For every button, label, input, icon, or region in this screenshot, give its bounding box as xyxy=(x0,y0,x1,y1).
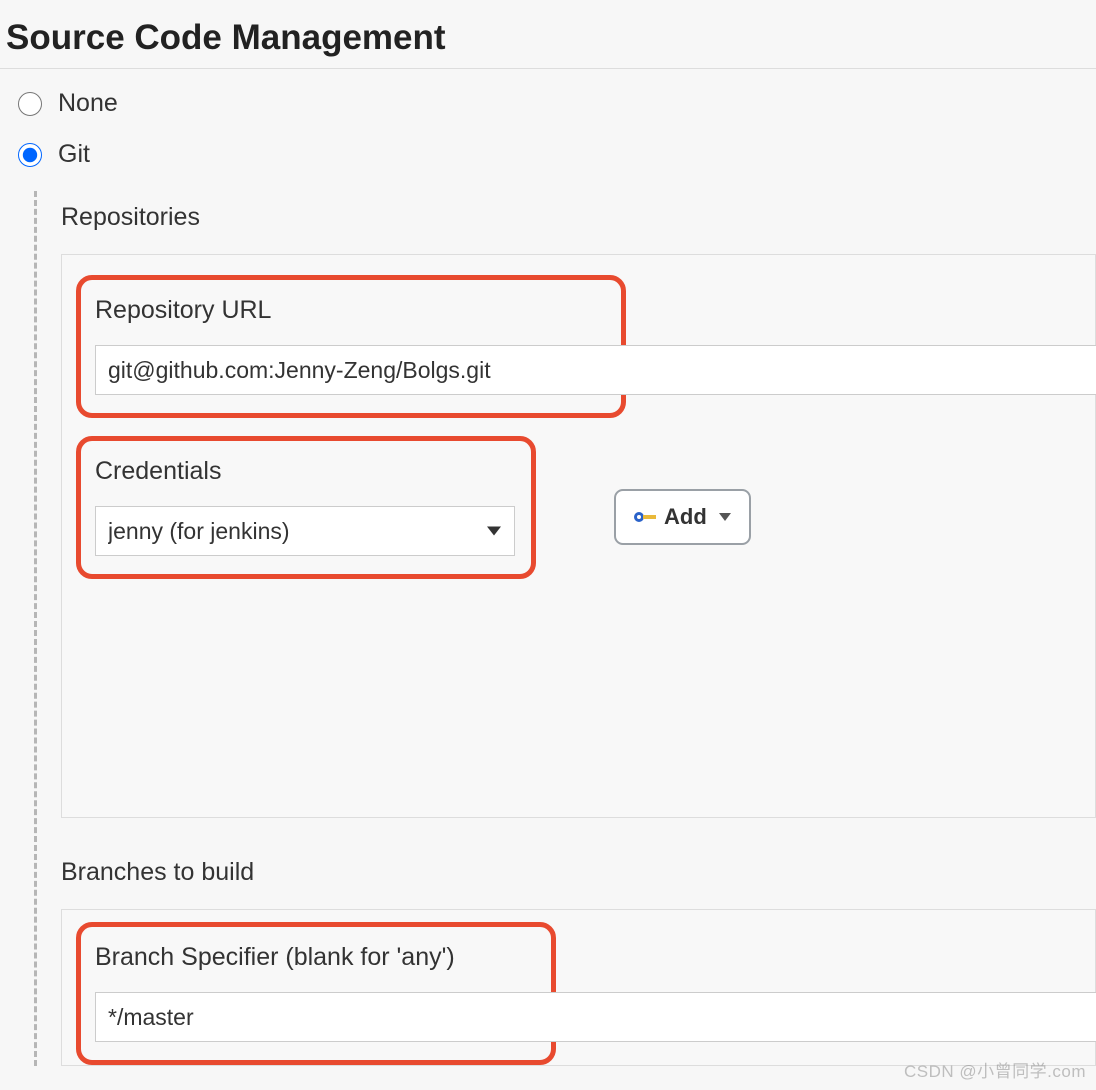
branch-specifier-input[interactable] xyxy=(95,992,1096,1042)
credentials-select[interactable]: jenny (for jenkins) xyxy=(95,506,515,556)
branches-heading: Branches to build xyxy=(61,858,1096,887)
git-config-rail: Repositories Repository URL Credentials … xyxy=(34,191,1096,1066)
highlight-branch-specifier: Branch Specifier (blank for 'any') xyxy=(76,922,556,1065)
radio-git-label: Git xyxy=(58,140,90,169)
repository-url-label: Repository URL xyxy=(95,296,607,325)
radio-git[interactable] xyxy=(18,143,42,167)
repository-url-input[interactable] xyxy=(95,345,1096,395)
credentials-row: Credentials jenny (for jenkins) Add xyxy=(76,436,1095,597)
section-title: Source Code Management xyxy=(0,0,1096,69)
credentials-label: Credentials xyxy=(95,457,517,486)
add-credentials-button[interactable]: Add xyxy=(614,489,751,545)
branches-panel: Branch Specifier (blank for 'any') xyxy=(61,909,1096,1066)
repositories-heading: Repositories xyxy=(61,203,1096,232)
add-button-label: Add xyxy=(664,504,707,530)
radio-none[interactable] xyxy=(18,92,42,116)
chevron-down-icon xyxy=(719,513,731,521)
branch-specifier-label: Branch Specifier (blank for 'any') xyxy=(95,943,537,972)
highlight-repository-url: Repository URL xyxy=(76,275,626,418)
scm-option-none[interactable]: None xyxy=(18,89,1096,118)
key-icon xyxy=(634,509,656,525)
scm-radio-group: None Git Repositories Repository URL Cre… xyxy=(0,69,1096,1066)
scm-option-git[interactable]: Git xyxy=(18,140,1096,169)
repositories-panel: Repository URL Credentials jenny (for je… xyxy=(61,254,1096,818)
highlight-credentials: Credentials jenny (for jenkins) xyxy=(76,436,536,579)
radio-none-label: None xyxy=(58,89,118,118)
